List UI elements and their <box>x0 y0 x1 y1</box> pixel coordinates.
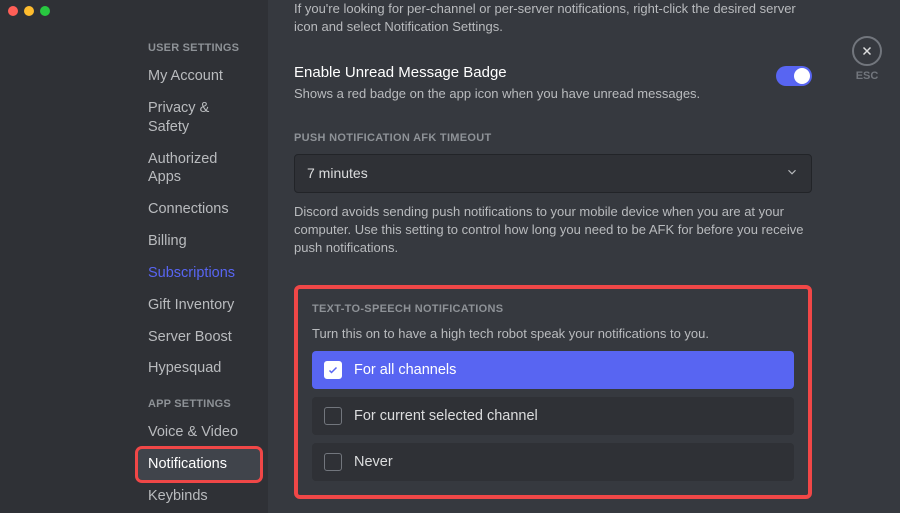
checkbox-icon <box>324 407 342 425</box>
window-controls <box>8 6 50 16</box>
window-minimize-dot[interactable] <box>24 6 34 16</box>
tts-option-current[interactable]: For current selected channel <box>312 397 794 435</box>
tts-section: TEXT-TO-SPEECH NOTIFICATIONS Turn this o… <box>294 285 812 499</box>
unread-badge-row: Enable Unread Message Badge Shows a red … <box>294 64 812 103</box>
checkbox-icon <box>324 361 342 379</box>
close-icon <box>860 44 874 58</box>
afk-header: PUSH NOTIFICATION AFK TIMEOUT <box>294 132 812 144</box>
afk-timeout-value: 7 minutes <box>307 165 368 181</box>
sidebar-item-voice-video[interactable]: Voice & Video <box>138 417 260 448</box>
sidebar-item-authorized-apps[interactable]: Authorized Apps <box>138 144 260 194</box>
unread-badge-title: Enable Unread Message Badge <box>294 64 700 81</box>
sidebar-item-connections[interactable]: Connections <box>138 194 260 225</box>
tts-header: TEXT-TO-SPEECH NOTIFICATIONS <box>312 303 794 315</box>
tts-desc: Turn this on to have a high tech robot s… <box>312 325 794 343</box>
close-area: ESC <box>852 36 882 82</box>
chevron-down-icon <box>785 165 799 182</box>
sidebar-header-app: APP SETTINGS <box>138 392 260 416</box>
sidebar-item-server-boost[interactable]: Server Boost <box>138 322 260 353</box>
afk-desc: Discord avoids sending push notification… <box>294 203 812 258</box>
sidebar-header-user: USER SETTINGS <box>138 36 260 60</box>
tts-option-never-label: Never <box>354 454 393 470</box>
sidebar-item-my-account[interactable]: My Account <box>138 61 260 92</box>
tts-option-all-label: For all channels <box>354 362 456 378</box>
sidebar-item-notifications[interactable]: Notifications <box>138 449 260 480</box>
settings-sidebar: USER SETTINGS My Account Privacy & Safet… <box>0 0 268 513</box>
per-channel-note: If you're looking for per-channel or per… <box>294 0 812 36</box>
tts-option-never[interactable]: Never <box>312 443 794 481</box>
sidebar-item-gift-inventory[interactable]: Gift Inventory <box>138 290 260 321</box>
sidebar-item-subscriptions[interactable]: Subscriptions <box>138 258 260 289</box>
close-button[interactable] <box>852 36 882 66</box>
checkbox-icon <box>324 453 342 471</box>
sidebar-item-billing[interactable]: Billing <box>138 226 260 257</box>
tts-option-current-label: For current selected channel <box>354 408 538 424</box>
unread-badge-toggle[interactable] <box>776 66 812 86</box>
esc-label: ESC <box>856 70 879 82</box>
sidebar-item-hypesquad[interactable]: Hypesquad <box>138 353 260 384</box>
settings-main: ESC If you're looking for per-channel or… <box>268 0 900 513</box>
window-close-dot[interactable] <box>8 6 18 16</box>
tts-option-all[interactable]: For all channels <box>312 351 794 389</box>
afk-timeout-select[interactable]: 7 minutes <box>294 154 812 193</box>
sidebar-item-privacy[interactable]: Privacy & Safety <box>138 93 260 143</box>
window-maximize-dot[interactable] <box>40 6 50 16</box>
unread-badge-desc: Shows a red badge on the app icon when y… <box>294 85 700 103</box>
sidebar-item-keybinds[interactable]: Keybinds <box>138 481 260 512</box>
